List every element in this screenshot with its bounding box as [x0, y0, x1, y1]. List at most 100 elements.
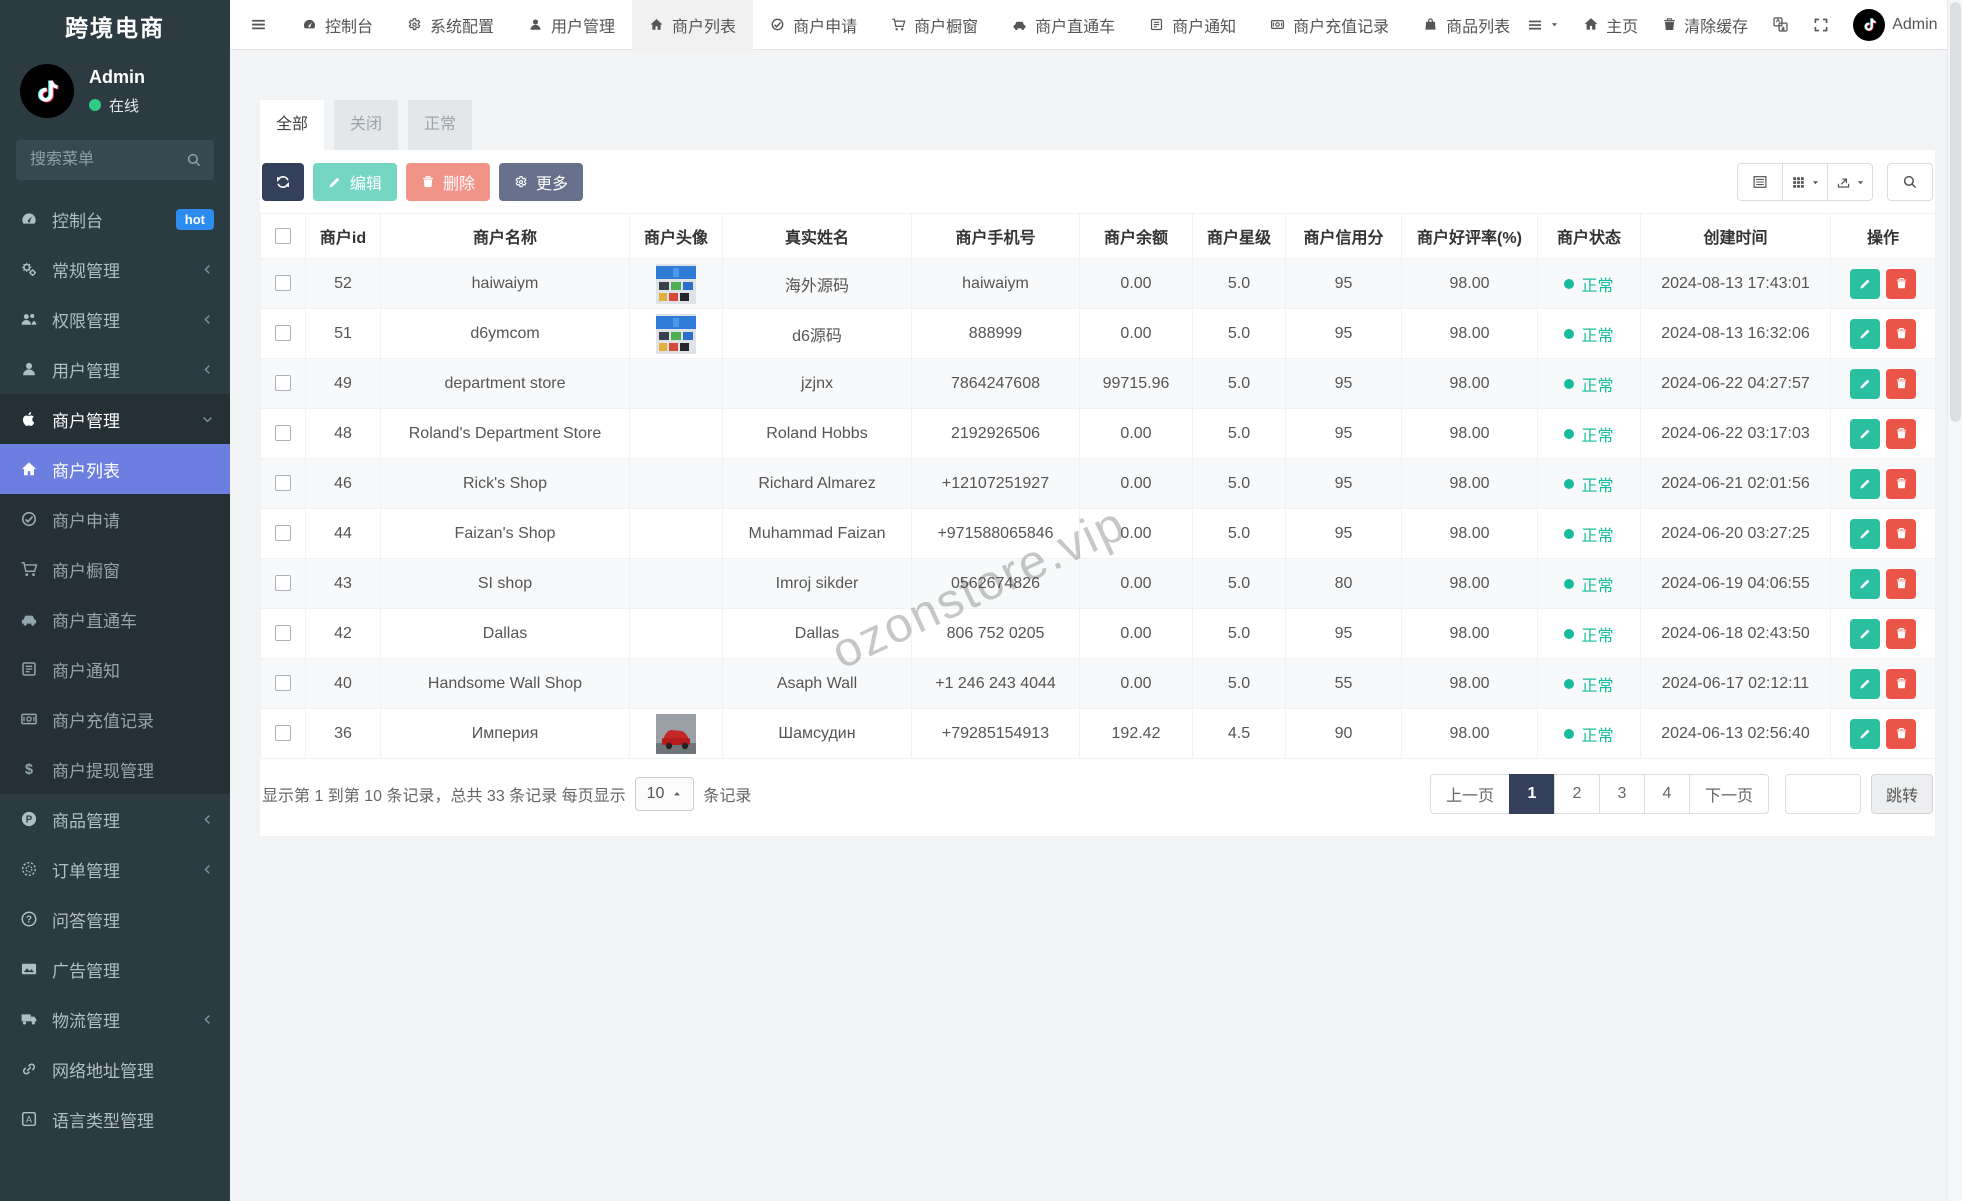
detail-view-button[interactable] [1737, 163, 1783, 201]
row-checkbox[interactable] [275, 475, 291, 492]
page-button-1[interactable]: 1 [1508, 774, 1555, 814]
tab-merchant-recharge[interactable]: 商户充值记录 [1253, 0, 1406, 50]
column-header[interactable]: 商户头像 [629, 213, 723, 259]
prev-page-button[interactable]: 上一页 [1429, 774, 1510, 814]
row-checkbox[interactable] [275, 575, 291, 592]
column-header[interactable]: 商户余额 [1079, 213, 1193, 259]
row-checkbox[interactable] [275, 625, 291, 642]
tab-user[interactable]: 用户管理 [511, 0, 632, 50]
tab-product-list[interactable]: 商品列表 [1406, 0, 1527, 50]
refresh-button[interactable] [262, 163, 304, 201]
row-edit-button[interactable] [1850, 668, 1880, 699]
tab-dashboard[interactable]: 控制台 [285, 0, 390, 50]
row-edit-button[interactable] [1850, 268, 1880, 299]
row-edit-button[interactable] [1850, 718, 1880, 749]
row-checkbox[interactable] [275, 275, 291, 292]
row-edit-button[interactable] [1850, 418, 1880, 449]
sidebar-item-merchant-withdraw[interactable]: $ 商户提现管理 [0, 744, 230, 794]
user-menu[interactable]: Admin [1853, 8, 1938, 41]
sidebar-item-merchant-window[interactable]: 商户橱窗 [0, 544, 230, 594]
row-edit-button[interactable] [1850, 318, 1880, 349]
row-delete-button[interactable] [1886, 268, 1916, 299]
select-all-checkbox[interactable] [275, 227, 291, 244]
home-link[interactable]: 主页 [1583, 13, 1638, 37]
row-checkbox[interactable] [275, 375, 291, 392]
tab-merchant-list[interactable]: 商户列表 [632, 0, 754, 50]
row-delete-button[interactable] [1886, 468, 1916, 499]
jump-button[interactable]: 跳转 [1870, 774, 1933, 814]
columns-button[interactable] [1782, 163, 1828, 201]
row-checkbox[interactable] [275, 725, 291, 742]
sidebar-item-order[interactable]: 订单管理 [0, 844, 230, 894]
menu-search-input[interactable] [16, 140, 214, 180]
browser-scrollbar[interactable] [1947, 0, 1962, 1201]
export-button[interactable] [1827, 163, 1873, 201]
row-checkbox[interactable] [275, 675, 291, 692]
jump-page-input[interactable] [1784, 774, 1861, 814]
row-edit-button[interactable] [1850, 518, 1880, 549]
page-button-3[interactable]: 3 [1598, 774, 1645, 814]
search-toggle-button[interactable] [1887, 163, 1933, 201]
row-delete-button[interactable] [1886, 518, 1916, 549]
next-page-button[interactable]: 下一页 [1688, 774, 1769, 814]
filter-tab-0[interactable]: 全部 [260, 100, 324, 150]
column-header[interactable]: 创建时间 [1640, 213, 1831, 259]
more-button[interactable]: 更多 [499, 163, 584, 201]
column-header[interactable]: 操作 [1830, 213, 1936, 259]
row-delete-button[interactable] [1886, 418, 1916, 449]
column-header[interactable]: 真实姓名 [722, 213, 912, 259]
tab-merchant-train[interactable]: 商户直通车 [995, 0, 1132, 50]
column-header[interactable]: 商户手机号 [911, 213, 1080, 259]
tab-merchant-apply[interactable]: 商户申请 [753, 0, 874, 50]
row-delete-button[interactable] [1886, 718, 1916, 749]
scrollbar-thumb[interactable] [1950, 2, 1961, 422]
row-delete-button[interactable] [1886, 318, 1916, 349]
column-header[interactable]: 商户状态 [1537, 213, 1641, 259]
page-size-dropdown[interactable]: 10 [634, 777, 695, 811]
sidebar-item-language[interactable]: A 语言类型管理 [0, 1094, 230, 1144]
row-edit-button[interactable] [1850, 368, 1880, 399]
row-delete-button[interactable] [1886, 618, 1916, 649]
filter-tab-1[interactable]: 关闭 [334, 100, 398, 150]
sidebar-item-ad[interactable]: 广告管理 [0, 944, 230, 994]
sidebar-item-auth[interactable]: 权限管理 [0, 294, 230, 344]
tab-merchant-window[interactable]: 商户橱窗 [874, 0, 995, 50]
column-header[interactable]: 商户星级 [1192, 213, 1286, 259]
sidebar-item-user[interactable]: 用户管理 [0, 344, 230, 394]
row-edit-button[interactable] [1850, 468, 1880, 499]
sidebar-item-general[interactable]: 常规管理 [0, 244, 230, 294]
sidebar-item-merchant[interactable]: 商户管理 [0, 394, 230, 444]
sidebar-item-product[interactable]: P 商品管理 [0, 794, 230, 844]
translate-button[interactable] [1772, 16, 1789, 33]
row-edit-button[interactable] [1850, 618, 1880, 649]
tab-merchant-notice[interactable]: 商户通知 [1132, 0, 1253, 50]
delete-button[interactable]: 删除 [406, 163, 491, 201]
tab-config[interactable]: 系统配置 [390, 0, 511, 50]
clear-cache-button[interactable]: 清除缓存 [1662, 13, 1748, 37]
row-checkbox[interactable] [275, 325, 291, 342]
filter-tab-2[interactable]: 正常 [408, 100, 472, 150]
column-header[interactable]: 商户好评率(%) [1401, 213, 1538, 259]
sidebar-item-merchant-apply[interactable]: 商户申请 [0, 494, 230, 544]
column-header[interactable]: 商户id [305, 213, 381, 259]
page-button-2[interactable]: 2 [1553, 774, 1600, 814]
row-delete-button[interactable] [1886, 368, 1916, 399]
row-delete-button[interactable] [1886, 668, 1916, 699]
sidebar-item-merchant-notice[interactable]: 商户通知 [0, 644, 230, 694]
sidebar-item-url[interactable]: 网络地址管理 [0, 1044, 230, 1094]
row-checkbox[interactable] [275, 525, 291, 542]
sidebar-item-dashboard[interactable]: 控制台 hot [0, 194, 230, 244]
column-header[interactable]: 商户信用分 [1285, 213, 1402, 259]
sidebar-item-merchant-recharge[interactable]: 商户充值记录 [0, 694, 230, 744]
column-header[interactable]: 商户名称 [380, 213, 630, 259]
row-checkbox[interactable] [275, 425, 291, 442]
sidebar-toggle-button[interactable] [230, 0, 285, 50]
sidebar-item-qa[interactable]: ? 问答管理 [0, 894, 230, 944]
fullscreen-button[interactable] [1813, 17, 1829, 33]
sidebar-item-logistics[interactable]: 物流管理 [0, 994, 230, 1044]
tab-list-dropdown[interactable] [1527, 17, 1559, 33]
sidebar-item-merchant-list[interactable]: 商户列表 [0, 444, 230, 494]
row-delete-button[interactable] [1886, 568, 1916, 599]
edit-button[interactable]: 编辑 [313, 163, 398, 201]
sidebar-item-merchant-train[interactable]: 商户直通车 [0, 594, 230, 644]
